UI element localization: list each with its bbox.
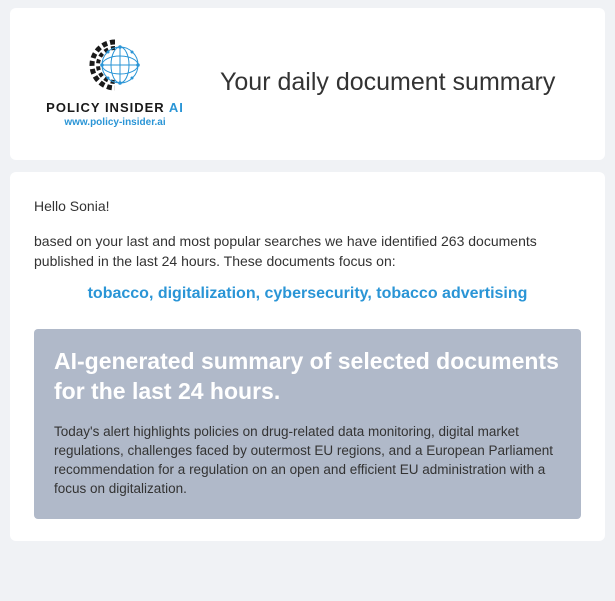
greeting-text: Hello Sonia! xyxy=(34,198,581,214)
page-title: Your daily document summary xyxy=(220,68,575,97)
summary-title: AI-generated summary of selected documen… xyxy=(54,347,561,407)
body-card: Hello Sonia! based on your last and most… xyxy=(10,172,605,541)
logo-brand-main: POLICY INSIDER xyxy=(46,100,169,115)
logo-brand-accent: AI xyxy=(169,100,184,115)
logo-block: POLICY INSIDER AI www.policy-insider.ai xyxy=(40,36,190,128)
logo-url: www.policy-insider.ai xyxy=(64,117,165,128)
summary-box: AI-generated summary of selected documen… xyxy=(34,329,581,518)
topics-list: tobacco, digitalization, cybersecurity, … xyxy=(34,285,581,303)
header-card: POLICY INSIDER AI www.policy-insider.ai … xyxy=(10,8,605,160)
logo-icon xyxy=(86,36,144,94)
logo-brand-text: POLICY INSIDER AI xyxy=(46,100,184,115)
summary-text: Today's alert highlights policies on dru… xyxy=(54,423,561,499)
intro-text: based on your last and most popular sear… xyxy=(34,232,581,271)
